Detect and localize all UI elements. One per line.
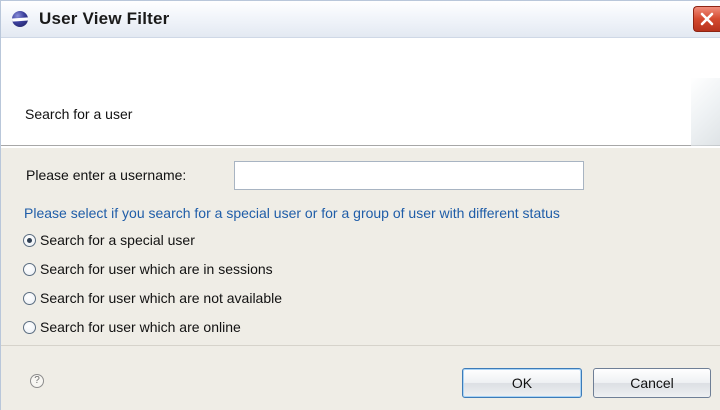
close-icon bbox=[700, 12, 714, 26]
close-button[interactable] bbox=[693, 6, 720, 32]
radio-label: Search for user which are online bbox=[40, 319, 241, 335]
header-divider bbox=[1, 146, 720, 148]
radio-label: Search for user which are in sessions bbox=[40, 261, 273, 277]
footer-divider bbox=[1, 345, 720, 346]
window-title: User View Filter bbox=[39, 9, 170, 28]
radio-button[interactable] bbox=[23, 321, 36, 334]
header-message: Search for a user bbox=[25, 106, 133, 122]
search-type-instruction: Please select if you search for a specia… bbox=[24, 205, 560, 221]
user-view-filter-dialog: User View Filter Search for a user Pleas… bbox=[0, 0, 720, 410]
radio-button-checked[interactable] bbox=[23, 234, 36, 247]
dialog-header: Search for a user bbox=[1, 38, 720, 148]
eclipse-icon bbox=[12, 11, 28, 27]
username-input[interactable] bbox=[234, 161, 584, 190]
cancel-button[interactable]: Cancel bbox=[593, 368, 711, 398]
radio-button[interactable] bbox=[23, 292, 36, 305]
username-label: Please enter a username: bbox=[26, 167, 187, 183]
title-bar[interactable]: User View Filter bbox=[1, 1, 720, 38]
header-banner-image bbox=[691, 78, 720, 148]
radio-label: Search for a special user bbox=[40, 232, 195, 248]
radio-button[interactable] bbox=[23, 263, 36, 276]
help-icon[interactable]: ? bbox=[30, 374, 44, 388]
ok-button[interactable]: OK bbox=[462, 368, 582, 398]
radio-label: Search for user which are not available bbox=[40, 290, 283, 306]
